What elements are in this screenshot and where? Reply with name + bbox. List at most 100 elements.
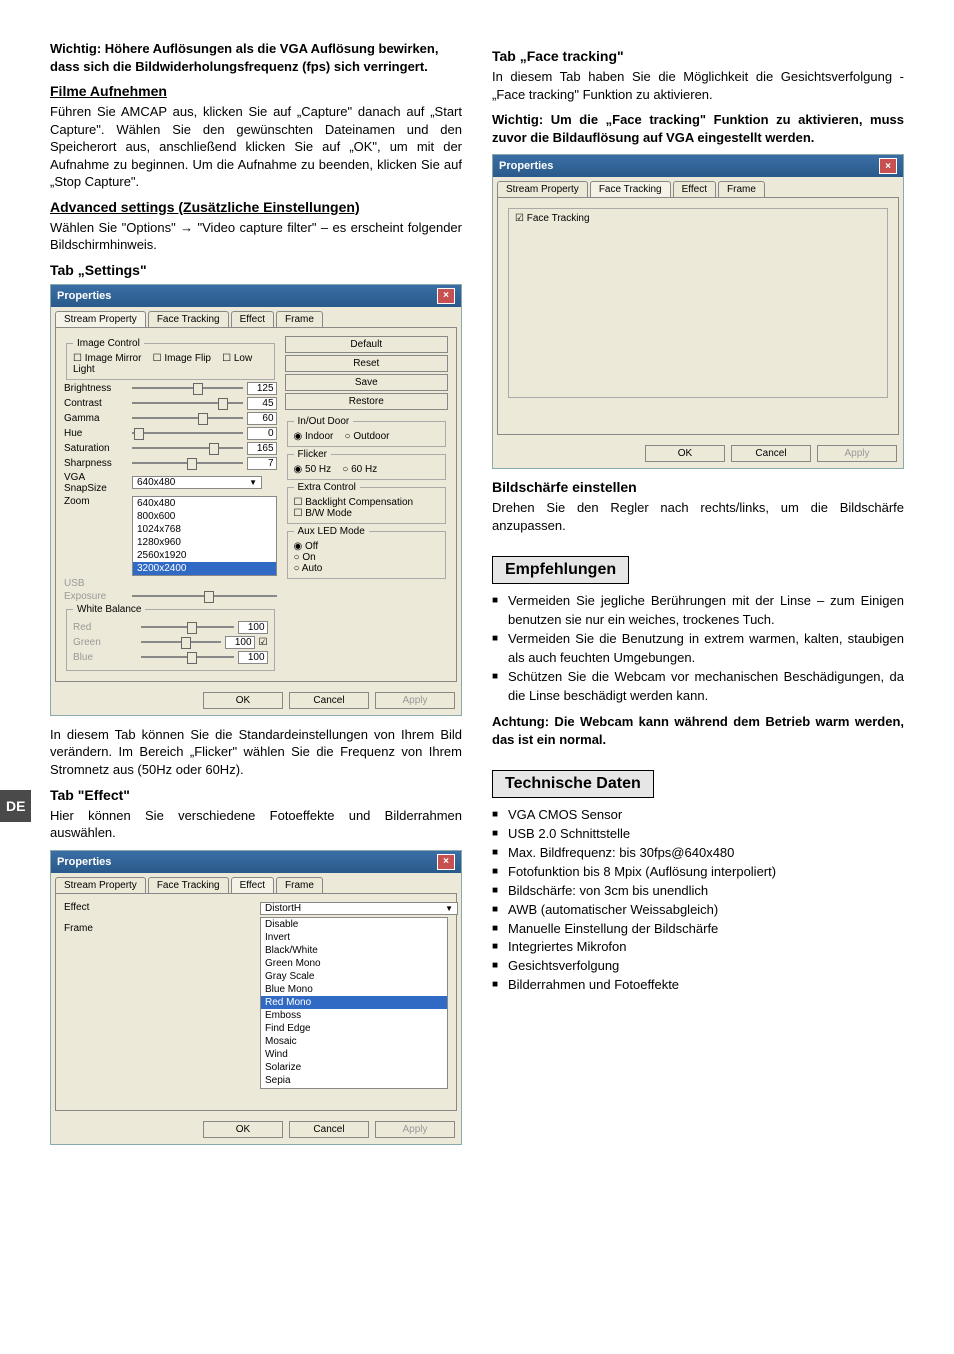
tab-stream[interactable]: Stream Property [55,311,146,327]
warm-warning: Achtung: Die Webcam kann während dem Bet… [492,713,904,748]
tab-face[interactable]: Face Tracking [148,311,229,327]
wb-auto-check[interactable] [259,637,268,648]
usb-label: USB [64,578,128,589]
saturation-value: 165 [247,442,277,455]
tab-frame[interactable]: Frame [276,311,323,327]
resolution-note: Wichtig: Höhere Auflösungen als die VGA … [50,40,462,75]
list-item[interactable]: Invert [261,931,447,944]
outdoor-radio[interactable]: Outdoor [345,431,390,442]
cancel-button[interactable]: Cancel [289,1121,369,1138]
green-slider[interactable] [141,641,221,643]
apply-button[interactable]: Apply [375,692,455,709]
tech-data-list: VGA CMOS SensorUSB 2.0 SchnittstelleMax.… [492,806,904,994]
contrast-slider[interactable] [132,402,243,404]
face-body: In diesem Tab haben Sie die Möglichkeit … [492,68,904,103]
list-item[interactable]: Sepia [261,1074,447,1087]
flicker-50-radio[interactable]: 50 Hz [294,464,332,475]
sharpness-body: Drehen Sie den Regler nach rechts/links,… [492,499,904,534]
indoor-radio[interactable]: Indoor [294,431,334,442]
list-item[interactable]: Emboss [261,1009,447,1022]
flicker-legend: Flicker [294,449,331,460]
gamma-slider[interactable] [132,417,243,419]
list-item[interactable]: Red Mono [261,996,447,1009]
ok-button[interactable]: OK [645,445,725,462]
green-value: 100 [225,636,255,649]
list-item[interactable]: Mosaic [261,1035,447,1048]
tab-face[interactable]: Face Tracking [590,181,671,197]
apply-button[interactable]: Apply [817,445,897,462]
list-item[interactable]: Wind [261,1048,447,1061]
led-auto-radio[interactable]: Auto [294,563,323,574]
tab-effect[interactable]: Effect [231,311,274,327]
brightness-label: Brightness [64,383,128,394]
reset-button[interactable]: Reset [285,355,448,372]
tab-frame[interactable]: Frame [718,181,765,197]
ok-button[interactable]: OK [203,692,283,709]
cancel-button[interactable]: Cancel [289,692,369,709]
blue-slider[interactable] [141,656,234,658]
tab-effect[interactable]: Effect [231,877,274,893]
sharpness-slider[interactable] [132,462,243,464]
dialog-title: Properties [499,160,553,172]
led-on-radio[interactable]: On [294,552,316,563]
zoom-label: Zoom [64,496,128,507]
image-mirror-check[interactable]: Image Mirror [73,353,141,364]
ok-button[interactable]: OK [203,1121,283,1138]
backlight-check[interactable]: Backlight Compensation [294,497,414,508]
advanced-body: Wählen Sie "Options" → "Video capture fi… [50,219,462,254]
restore-button[interactable]: Restore [285,393,448,410]
tab-stream[interactable]: Stream Property [497,181,588,197]
green-label: Green [73,637,137,648]
effect-list[interactable]: DisableInvertBlack/WhiteGreen MonoGray S… [260,917,448,1089]
sharpness-label: Sharpness [64,458,128,469]
tab-face[interactable]: Face Tracking [148,877,229,893]
sharpness-value: 7 [247,457,277,470]
list-item[interactable]: Black/White [261,944,447,957]
save-button[interactable]: Save [285,374,448,391]
tech-data-title: Technische Daten [492,770,654,798]
close-icon[interactable]: × [879,158,897,174]
list-item[interactable]: Gray Scale [261,970,447,983]
list-item: Integriertes Mikrofon [492,938,904,957]
list-item: Fotofunktion bis 8 Mpix (Auflösung inter… [492,863,904,882]
list-item[interactable]: Disable [261,918,447,931]
sharpness-title: Bildschärfe einstellen [492,479,904,495]
snap-size-list[interactable]: 640x480 800x600 1024x768 1280x960 2560x1… [132,496,277,576]
tab-face-title: Tab „Face tracking" [492,48,904,64]
default-button[interactable]: Default [285,336,448,353]
effect-combo[interactable]: DistortH▼ [260,902,458,915]
tab-effect[interactable]: Effect [673,181,716,197]
tab-stream[interactable]: Stream Property [55,877,146,893]
effect-label: Effect [64,902,252,913]
list-item[interactable]: Blue Mono [261,983,447,996]
flicker-60-radio[interactable]: 60 Hz [342,464,377,475]
white-balance-legend: White Balance [73,604,145,615]
bw-check[interactable]: B/W Mode [294,508,352,519]
list-item: Schützen Sie die Webcam vor mechanischen… [492,668,904,706]
list-item[interactable]: Solarize [261,1061,447,1074]
list-item[interactable]: Find Edge [261,1022,447,1035]
led-off-radio[interactable]: Off [294,541,319,552]
recommendations-list: Vermeiden Sie jegliche Berührungen mit d… [492,592,904,705]
list-item[interactable]: Bathroom [261,1087,447,1089]
cancel-button[interactable]: Cancel [731,445,811,462]
dialog-title: Properties [57,290,111,302]
apply-button[interactable]: Apply [375,1121,455,1138]
face-note: Wichtig: Um die „Face tracking" Funktion… [492,111,904,146]
filme-title: Filme Aufnehmen [50,83,462,99]
close-icon[interactable]: × [437,288,455,304]
brightness-slider[interactable] [132,387,243,389]
chevron-down-icon: ▼ [445,904,453,913]
filme-body: Führen Sie AMCAP aus, klicken Sie auf „C… [50,103,462,191]
saturation-label: Saturation [64,443,128,454]
face-tracking-check[interactable]: Face Tracking [515,213,590,224]
hue-slider[interactable] [132,432,243,434]
vga-snap-combo[interactable]: 640x480▼ [132,476,262,489]
gamma-value: 60 [247,412,277,425]
image-flip-check[interactable]: Image Flip [153,353,211,364]
tab-frame[interactable]: Frame [276,877,323,893]
red-slider[interactable] [141,626,234,628]
list-item[interactable]: Green Mono [261,957,447,970]
close-icon[interactable]: × [437,854,455,870]
saturation-slider[interactable] [132,447,243,449]
